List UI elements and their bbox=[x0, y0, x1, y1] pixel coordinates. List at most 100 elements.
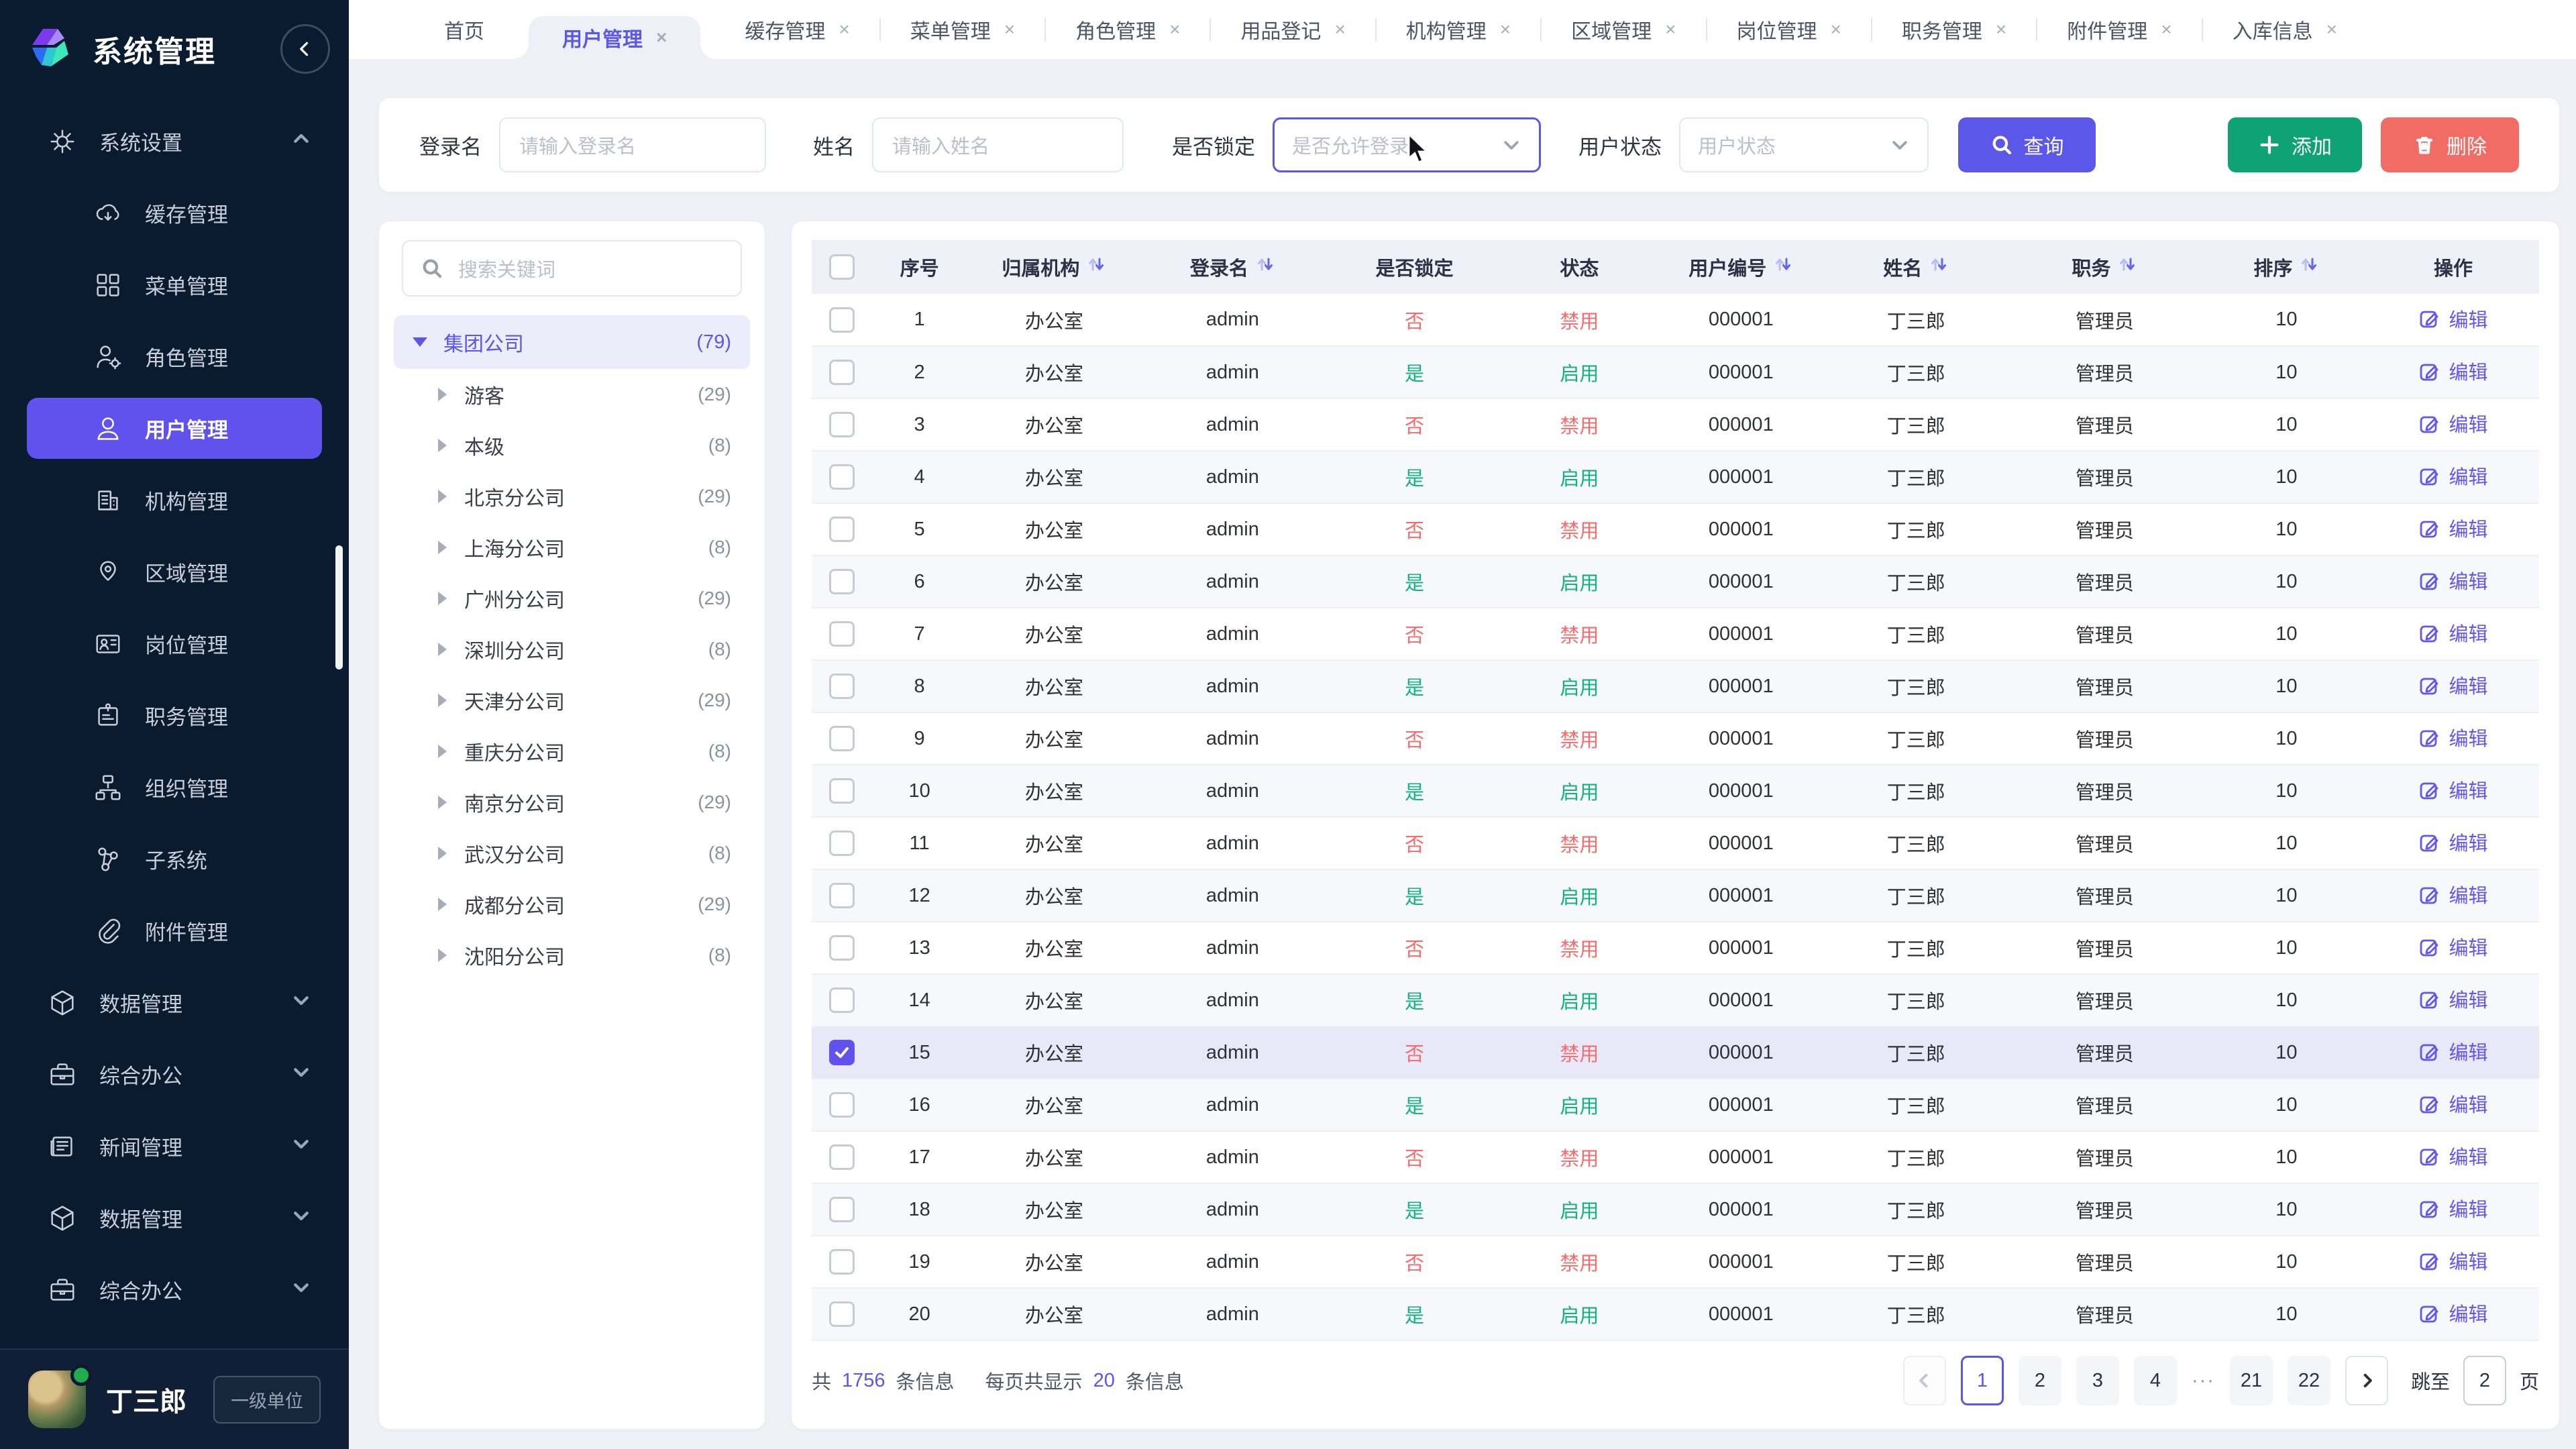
tab-职务管理[interactable]: 职务管理× bbox=[1872, 0, 2036, 59]
tree-node-武汉分公司[interactable]: 武汉分公司(8) bbox=[394, 828, 750, 879]
sidebar-collapse-button[interactable] bbox=[280, 24, 330, 74]
sidebar-item-缓存管理[interactable]: 缓存管理 bbox=[0, 177, 349, 249]
tree-node-北京分公司[interactable]: 北京分公司(29) bbox=[394, 471, 750, 522]
page-button-22[interactable]: 22 bbox=[2288, 1356, 2330, 1405]
row-checkbox[interactable] bbox=[829, 1144, 855, 1170]
column-header-name[interactable]: 姓名 bbox=[1829, 240, 2004, 294]
sort-icon[interactable] bbox=[1086, 254, 1106, 280]
tab-机构管理[interactable]: 机构管理× bbox=[1377, 0, 1540, 59]
edit-button[interactable]: 编辑 bbox=[2418, 566, 2487, 594]
close-icon[interactable]: × bbox=[1334, 20, 1345, 39]
edit-button[interactable]: 编辑 bbox=[2418, 1037, 2487, 1065]
edit-button[interactable]: 编辑 bbox=[2418, 619, 2487, 647]
row-checkbox[interactable] bbox=[829, 935, 855, 961]
row-checkbox[interactable] bbox=[829, 778, 855, 804]
tab-用户管理[interactable]: 用户管理× bbox=[529, 16, 700, 59]
edit-button[interactable]: 编辑 bbox=[2418, 671, 2487, 699]
sidebar-user-footer[interactable]: 丁三郎 一级单位 bbox=[0, 1348, 349, 1449]
tree-node-本级[interactable]: 本级(8) bbox=[394, 420, 750, 471]
tree-node-深圳分公司[interactable]: 深圳分公司(8) bbox=[394, 624, 750, 675]
sidebar-item-数据管理[interactable]: 数据管理 bbox=[0, 967, 349, 1038]
edit-button[interactable]: 编辑 bbox=[2418, 462, 2487, 490]
page-button-1[interactable]: 1 bbox=[1961, 1356, 2004, 1405]
edit-button[interactable]: 编辑 bbox=[2418, 985, 2487, 1013]
row-checkbox[interactable] bbox=[829, 517, 855, 542]
edit-button[interactable]: 编辑 bbox=[2418, 305, 2487, 333]
delete-button[interactable]: 删除 bbox=[2381, 117, 2519, 172]
row-checkbox[interactable] bbox=[829, 621, 855, 647]
column-header-org[interactable]: 归属机构 bbox=[967, 240, 1142, 294]
row-checkbox[interactable] bbox=[829, 1249, 855, 1275]
tab-缓存管理[interactable]: 缓存管理× bbox=[715, 0, 879, 59]
tab-区域管理[interactable]: 区域管理× bbox=[1542, 0, 1705, 59]
sort-icon[interactable] bbox=[1255, 254, 1275, 280]
row-checkbox[interactable] bbox=[829, 1197, 855, 1222]
tree-node-南京分公司[interactable]: 南京分公司(29) bbox=[394, 777, 750, 828]
tree-node-重庆分公司[interactable]: 重庆分公司(8) bbox=[394, 726, 750, 777]
tab-岗位管理[interactable]: 岗位管理× bbox=[1707, 0, 1871, 59]
close-icon[interactable]: × bbox=[2161, 20, 2171, 39]
column-header-title[interactable]: 职务 bbox=[2004, 240, 2206, 294]
tree-node-沈阳分公司[interactable]: 沈阳分公司(8) bbox=[394, 930, 750, 981]
tree-node-root[interactable]: 集团公司 (79) bbox=[394, 315, 750, 369]
sidebar-item-数据管理[interactable]: 数据管理 bbox=[0, 1182, 349, 1254]
sidebar-item-机构管理[interactable]: 机构管理 bbox=[0, 464, 349, 536]
tab-附件管理[interactable]: 附件管理× bbox=[2037, 0, 2201, 59]
edit-button[interactable]: 编辑 bbox=[2418, 1194, 2487, 1222]
tab-菜单管理[interactable]: 菜单管理× bbox=[881, 0, 1044, 59]
tab-角色管理[interactable]: 角色管理× bbox=[1046, 0, 1210, 59]
sidebar-item-新闻管理[interactable]: 新闻管理 bbox=[0, 1110, 349, 1182]
sidebar-item-菜单管理[interactable]: 菜单管理 bbox=[0, 249, 349, 321]
add-button[interactable]: 添加 bbox=[2228, 117, 2362, 172]
status-select[interactable]: 用户状态 bbox=[1679, 117, 1929, 172]
previous-page-button[interactable] bbox=[1903, 1356, 1946, 1405]
login-input[interactable]: 请输入登录名 bbox=[499, 117, 766, 172]
close-icon[interactable]: × bbox=[656, 28, 667, 47]
edit-button[interactable]: 编辑 bbox=[2418, 1142, 2487, 1170]
edit-button[interactable]: 编辑 bbox=[2418, 723, 2487, 751]
sidebar-item-组织管理[interactable]: 组织管理 bbox=[0, 751, 349, 823]
sidebar-item-附件管理[interactable]: 附件管理 bbox=[0, 895, 349, 967]
row-checkbox[interactable] bbox=[829, 412, 855, 437]
sidebar-item-区域管理[interactable]: 区域管理 bbox=[0, 536, 349, 608]
column-header-login[interactable]: 登录名 bbox=[1142, 240, 1324, 294]
sidebar-item-用户管理[interactable]: 用户管理 bbox=[27, 398, 322, 459]
edit-button[interactable]: 编辑 bbox=[2418, 357, 2487, 385]
row-checkbox[interactable] bbox=[829, 987, 855, 1013]
edit-button[interactable]: 编辑 bbox=[2418, 1246, 2487, 1275]
row-checkbox[interactable] bbox=[829, 726, 855, 751]
sort-icon[interactable] bbox=[2299, 254, 2319, 280]
name-input[interactable]: 请输入姓名 bbox=[872, 117, 1124, 172]
column-header-select[interactable] bbox=[812, 240, 872, 294]
close-icon[interactable]: × bbox=[2326, 20, 2337, 39]
edit-button[interactable]: 编辑 bbox=[2418, 880, 2487, 908]
row-checkbox[interactable] bbox=[829, 307, 855, 333]
page-button-2[interactable]: 2 bbox=[2019, 1356, 2061, 1405]
sidebar-item-综合办公[interactable]: 综合办公 bbox=[0, 1038, 349, 1110]
tab-用品登记[interactable]: 用品登记× bbox=[1211, 0, 1375, 59]
page-button-21[interactable]: 21 bbox=[2230, 1356, 2273, 1405]
close-icon[interactable]: × bbox=[1831, 20, 1841, 39]
tree-node-成都分公司[interactable]: 成都分公司(29) bbox=[394, 879, 750, 930]
edit-button[interactable]: 编辑 bbox=[2418, 409, 2487, 437]
edit-button[interactable]: 编辑 bbox=[2418, 1089, 2487, 1118]
row-checkbox[interactable] bbox=[829, 883, 855, 908]
tab-入库信息[interactable]: 入库信息× bbox=[2203, 0, 2367, 59]
close-icon[interactable]: × bbox=[1996, 20, 2006, 39]
close-icon[interactable]: × bbox=[1665, 20, 1676, 39]
row-checkbox[interactable] bbox=[829, 674, 855, 699]
sidebar-item-子系统[interactable]: 子系统 bbox=[0, 823, 349, 895]
close-icon[interactable]: × bbox=[1004, 20, 1015, 39]
sidebar-item-岗位管理[interactable]: 岗位管理 bbox=[0, 608, 349, 680]
row-checkbox[interactable] bbox=[829, 464, 855, 490]
search-button[interactable]: 查询 bbox=[1958, 117, 2096, 172]
row-checkbox[interactable] bbox=[829, 830, 855, 856]
edit-button[interactable]: 编辑 bbox=[2418, 1299, 2487, 1327]
next-page-button[interactable] bbox=[2345, 1356, 2388, 1405]
edit-button[interactable]: 编辑 bbox=[2418, 775, 2487, 804]
tree-search-input[interactable]: 搜索关键词 bbox=[402, 240, 742, 297]
tree-node-上海分公司[interactable]: 上海分公司(8) bbox=[394, 522, 750, 573]
column-header-user_no[interactable]: 用户编号 bbox=[1654, 240, 1829, 294]
sort-icon[interactable] bbox=[2117, 254, 2137, 280]
tree-node-天津分公司[interactable]: 天津分公司(29) bbox=[394, 675, 750, 726]
